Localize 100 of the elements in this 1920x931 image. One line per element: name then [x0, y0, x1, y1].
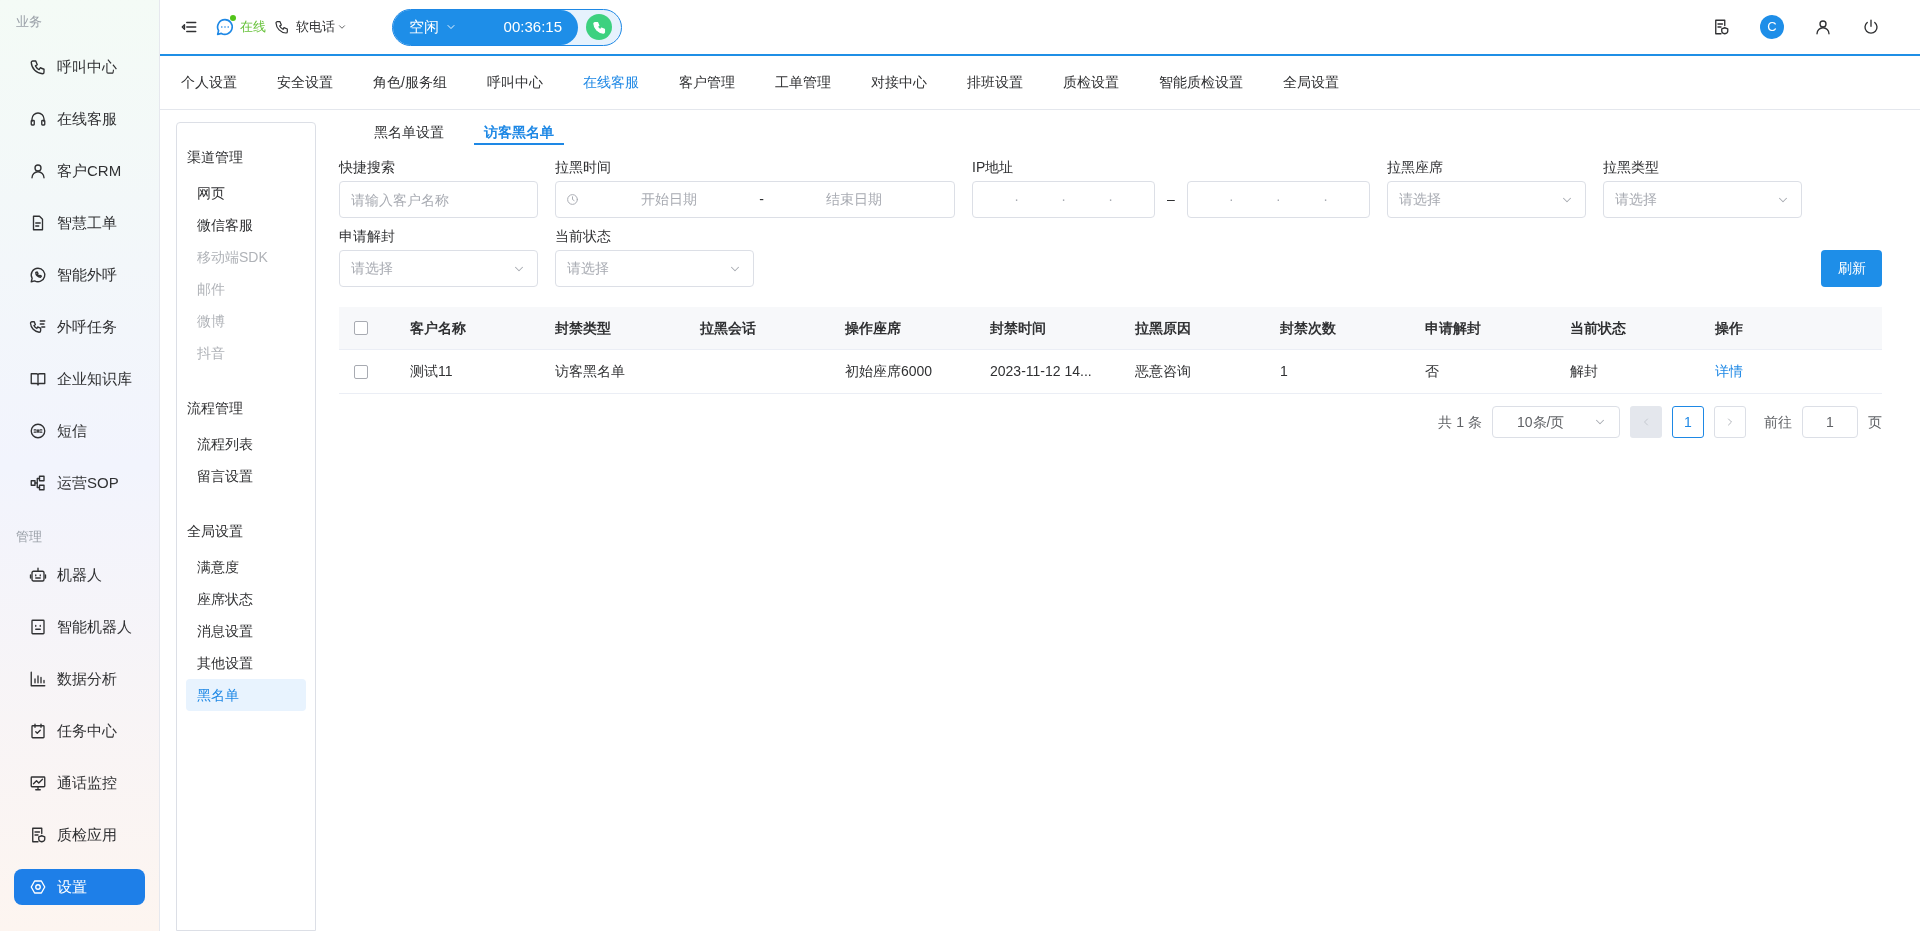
column-header: 封禁类型 — [555, 318, 612, 338]
sidebar-item[interactable]: 客户CRM — [14, 153, 145, 189]
select-placeholder: 请选择 — [351, 259, 393, 278]
column-header: 操作座席 — [845, 318, 902, 338]
nav-tab[interactable]: 工单管理 — [774, 56, 831, 109]
nav-tab[interactable]: 客户管理 — [678, 56, 735, 109]
nav-tab[interactable]: 安全设置 — [277, 56, 333, 109]
monitor-chart-icon — [29, 774, 47, 792]
document-shield-icon — [29, 826, 47, 844]
total-count: 共 1 条 — [1438, 412, 1482, 432]
menu-item[interactable]: 消息设置 — [186, 615, 306, 647]
logout-button[interactable] — [1862, 18, 1880, 36]
caret-icon — [337, 22, 347, 32]
detail-link[interactable]: 详情 — [1715, 361, 1743, 382]
sidebar-item[interactable]: 智能机器人 — [14, 609, 145, 645]
phone-list-icon — [29, 318, 47, 336]
nav-tab[interactable]: 在线客服 — [582, 56, 639, 109]
document-shield-icon — [1712, 18, 1730, 36]
checkbox[interactable] — [354, 364, 368, 379]
next-page-button[interactable] — [1714, 406, 1746, 438]
sidebar-item[interactable]: 机器人 — [14, 557, 145, 593]
goto-label: 前往 — [1764, 412, 1792, 432]
call-button[interactable] — [586, 14, 612, 40]
sidebar-item[interactable]: 智慧工单 — [14, 205, 145, 241]
menu-item[interactable]: 留言设置 — [186, 460, 306, 492]
sidebar-item[interactable]: 设置 — [14, 869, 145, 905]
select-placeholder: 请选择 — [1615, 190, 1657, 209]
phone-icon — [274, 19, 290, 35]
section-label: 管理 — [15, 528, 43, 546]
range-separator: – — [1167, 190, 1175, 209]
column-header: 封禁时间 — [990, 318, 1047, 338]
nav-tab[interactable]: 排班设置 — [966, 56, 1023, 109]
robot-face-icon — [29, 618, 47, 636]
menu-item[interactable]: 其他设置 — [186, 647, 306, 679]
phone-mode-dropdown[interactable]: 软电话 — [296, 17, 347, 37]
filter-label: 拉黑类型 — [1603, 158, 1660, 177]
nav-tab[interactable]: 智能质检设置 — [1158, 56, 1243, 109]
column-header: 封禁次数 — [1280, 318, 1337, 338]
ip-dot: · — [1276, 190, 1281, 209]
profile-button[interactable] — [1814, 18, 1832, 36]
sub-tab[interactable]: 访客黑名单 — [474, 122, 564, 145]
sidebar-item[interactable]: 智能外呼 — [14, 257, 145, 293]
date-range-field[interactable]: 开始日期 - 结束日期 — [555, 181, 955, 218]
menu-item[interactable]: 座席状态 — [186, 583, 306, 615]
nav-tab[interactable]: 全局设置 — [1282, 56, 1339, 109]
sidebar-item[interactable]: 通话监控 — [14, 765, 145, 801]
ip-dot: · — [1229, 190, 1234, 209]
column-header: 申请解封 — [1425, 318, 1482, 338]
checkbox[interactable] — [354, 321, 368, 335]
column-header: 操作 — [1715, 318, 1744, 338]
column-header: 当前状态 — [1570, 318, 1627, 338]
sub-tab[interactable]: 黑名单设置 — [364, 122, 454, 145]
sidebar-item[interactable]: 呼叫中心 — [14, 49, 145, 85]
filter-label: 申请解封 — [339, 227, 396, 246]
settings-icon — [29, 878, 47, 896]
ip-dot: · — [1014, 190, 1019, 209]
table-cell-text: 解封 — [1570, 362, 1599, 381]
column-header: 客户名称 — [410, 318, 467, 338]
flowchart-icon — [29, 474, 47, 492]
sidebar-item[interactable]: 质检应用 — [14, 817, 145, 853]
table-cell-text: 否 — [1425, 362, 1440, 381]
menu-item[interactable]: 满意度 — [186, 551, 306, 583]
ip-dot: · — [1061, 190, 1066, 209]
ip-dot: · — [1108, 190, 1113, 209]
clock-icon — [566, 193, 579, 206]
sidebar-item[interactable]: 在线客服 — [14, 101, 145, 137]
menu-group-title: 流程管理 — [186, 399, 244, 418]
menu-item[interactable]: 微信客服 — [186, 209, 306, 241]
select-placeholder: 请选择 — [567, 259, 609, 278]
sidebar-item[interactable]: 运营SOP — [14, 465, 145, 501]
filter-label: 拉黑座席 — [1387, 158, 1444, 177]
nav-tab[interactable]: 质检设置 — [1062, 56, 1119, 109]
menu-item[interactable]: 网页 — [186, 177, 306, 209]
filter-label: 当前状态 — [555, 227, 612, 246]
sidebar-item[interactable]: 数据分析 — [14, 661, 145, 697]
search-field[interactable]: 请输入客户名称 — [339, 181, 538, 218]
end-date-placeholder: 结束日期 — [824, 190, 883, 209]
book-icon — [29, 370, 47, 388]
sidebar-item[interactable]: 任务中心 — [14, 713, 145, 749]
nav-tab[interactable]: 对接中心 — [870, 56, 927, 109]
page-size-select[interactable]: 10条/页 — [1492, 406, 1620, 438]
sidebar-item[interactable]: 企业知识库 — [14, 361, 145, 397]
page-number-button[interactable]: 1 — [1672, 406, 1704, 438]
goto-page-field[interactable]: 1 — [1802, 406, 1858, 438]
person-icon — [29, 162, 47, 180]
filter-label: 拉黑时间 — [555, 158, 612, 177]
nav-tab[interactable]: 角色/服务组 — [373, 56, 447, 109]
calendar-check-icon — [29, 722, 47, 740]
agent-status: 空闲 — [409, 15, 457, 39]
robot-icon — [29, 566, 47, 584]
sidebar-item[interactable]: 外呼任务 — [14, 309, 145, 345]
nav-tab[interactable]: 呼叫中心 — [486, 56, 543, 109]
report-button[interactable] — [1712, 18, 1730, 36]
presence-status: 在线 — [240, 18, 266, 37]
nav-tab[interactable]: 个人设置 — [181, 56, 237, 109]
sidebar-item[interactable]: 短信 — [14, 413, 145, 449]
menu-item[interactable]: 流程列表 — [186, 428, 306, 460]
power-icon — [1862, 18, 1880, 36]
page-size-value: 10条/页 — [1516, 412, 1565, 432]
section-label: 业务 — [15, 13, 43, 31]
